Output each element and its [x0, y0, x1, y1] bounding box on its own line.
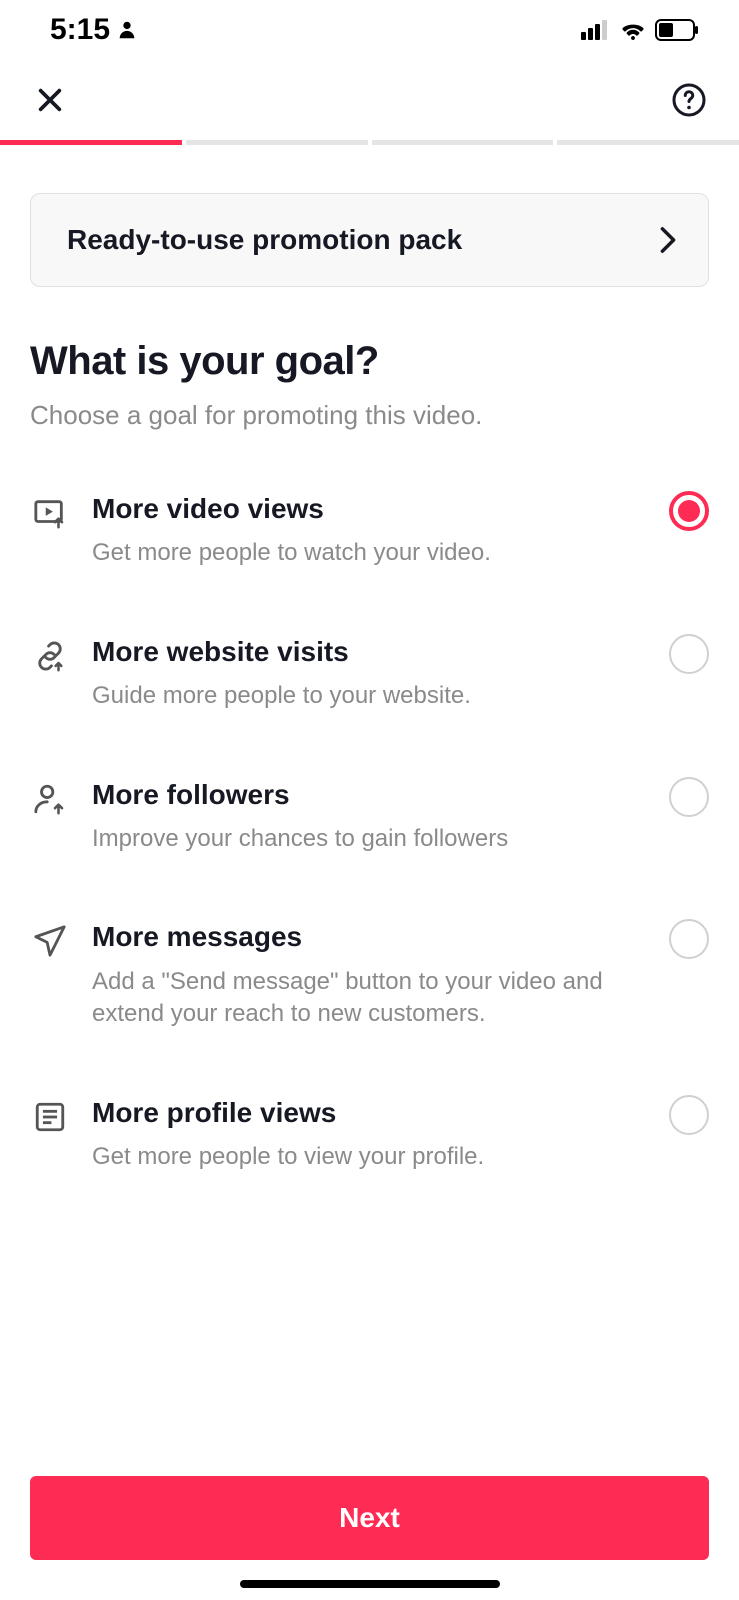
close-icon: [34, 84, 66, 116]
chevron-right-icon: [658, 226, 678, 254]
video-views-icon: [30, 493, 70, 533]
status-bar: 5:15: [0, 0, 739, 60]
status-time: 5:15: [50, 13, 110, 47]
option-title: More messages: [92, 919, 653, 955]
option-desc: Guide more people to your website.: [92, 680, 653, 712]
option-content: More video views Get more people to watc…: [92, 491, 653, 570]
option-content: More profile views Get more people to vi…: [92, 1095, 653, 1174]
followers-icon: [30, 779, 70, 819]
help-icon: [671, 82, 707, 118]
option-title: More website visits: [92, 634, 653, 670]
status-indicators: [581, 19, 699, 41]
option-desc: Add a "Send message" button to your vide…: [92, 966, 653, 1031]
option-desc: Improve your chances to gain followers: [92, 823, 653, 855]
option-radio[interactable]: [669, 777, 709, 817]
option-content: More followers Improve your chances to g…: [92, 777, 653, 856]
profile-views-icon: [30, 1097, 70, 1137]
option-website-visits[interactable]: More website visits Guide more people to…: [30, 634, 709, 713]
website-visits-icon: [30, 636, 70, 676]
page-content: Ready-to-use promotion pack What is your…: [0, 145, 739, 1476]
option-desc: Get more people to watch your video.: [92, 537, 653, 569]
goal-options: More video views Get more people to watc…: [30, 491, 709, 1173]
option-content: More messages Add a "Send message" butto…: [92, 919, 653, 1030]
nav-header: [0, 60, 739, 140]
option-radio[interactable]: [669, 919, 709, 959]
status-time-group: 5:15: [50, 13, 138, 47]
messages-icon: [30, 921, 70, 961]
battery-icon: [655, 19, 699, 41]
option-desc: Get more people to view your profile.: [92, 1141, 653, 1173]
option-title: More profile views: [92, 1095, 653, 1131]
option-radio[interactable]: [669, 634, 709, 674]
close-button[interactable]: [30, 80, 70, 120]
home-indicator[interactable]: [240, 1580, 500, 1588]
option-radio[interactable]: [669, 1095, 709, 1135]
help-button[interactable]: [669, 80, 709, 120]
next-button[interactable]: Next: [30, 1476, 709, 1560]
location-person-icon: [116, 19, 138, 41]
option-content: More website visits Guide more people to…: [92, 634, 653, 713]
option-title: More video views: [92, 491, 653, 527]
option-title: More followers: [92, 777, 653, 813]
cellular-signal-icon: [581, 20, 611, 40]
option-video-views[interactable]: More video views Get more people to watc…: [30, 491, 709, 570]
option-messages[interactable]: More messages Add a "Send message" butto…: [30, 919, 709, 1030]
option-radio[interactable]: [669, 491, 709, 531]
page-subtitle: Choose a goal for promoting this video.: [30, 400, 709, 431]
option-profile-views[interactable]: More profile views Get more people to vi…: [30, 1095, 709, 1174]
option-followers[interactable]: More followers Improve your chances to g…: [30, 777, 709, 856]
page-title: What is your goal?: [30, 339, 709, 384]
promo-pack-title: Ready-to-use promotion pack: [67, 224, 462, 256]
promo-pack-card[interactable]: Ready-to-use promotion pack: [30, 193, 709, 287]
wifi-icon: [619, 20, 647, 40]
